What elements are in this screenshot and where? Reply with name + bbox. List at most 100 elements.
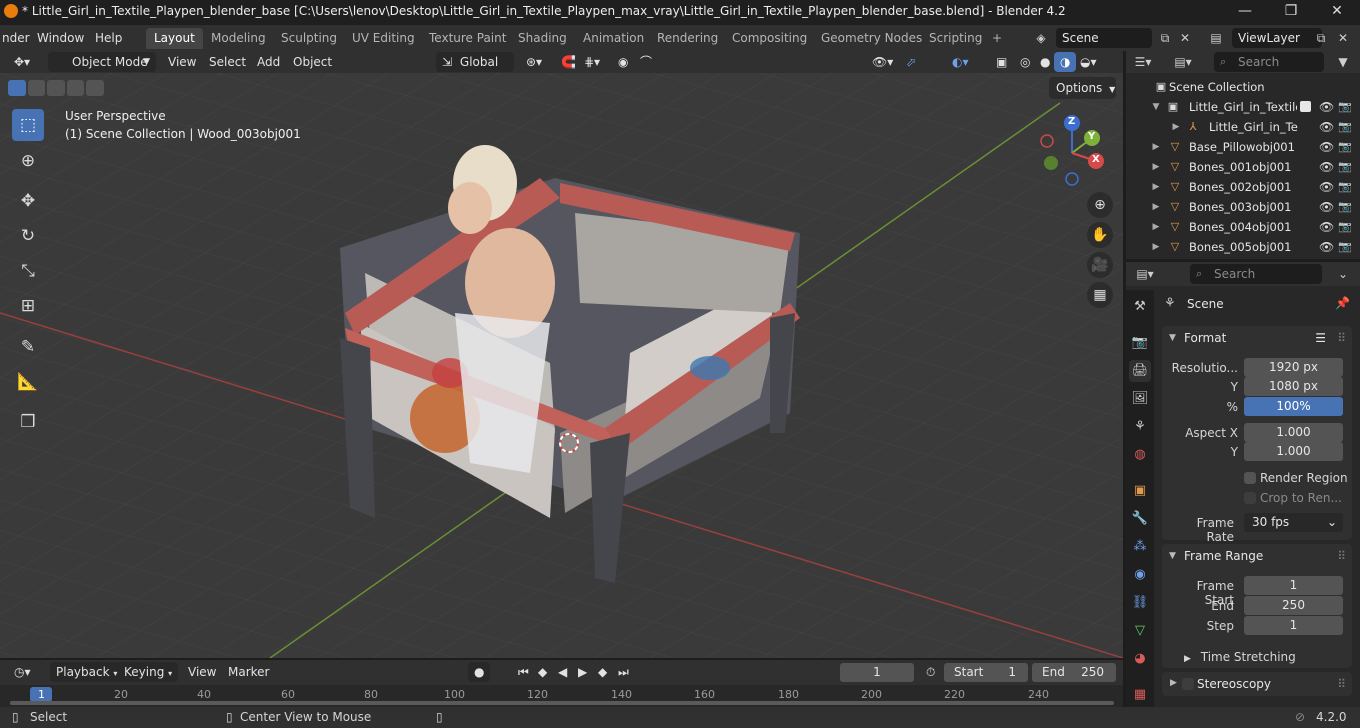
camera-icon[interactable]: 📷 bbox=[1338, 177, 1352, 197]
current-frame-field[interactable]: 1 bbox=[840, 663, 914, 682]
outliner-row-object[interactable]: ▶ ▽ Bones_005obj001 👁 📷 bbox=[1126, 237, 1360, 257]
snap-target-icon[interactable]: ⋕▾ bbox=[578, 52, 606, 72]
eye-icon[interactable]: 👁 bbox=[1319, 197, 1334, 217]
outliner-row-object[interactable]: ▶ ▽ Bones_001obj001 👁 📷 bbox=[1126, 157, 1360, 177]
overlays-icon[interactable]: ◐▾ bbox=[946, 52, 975, 72]
stereoscopy-checkbox[interactable] bbox=[1182, 678, 1194, 690]
filter-icon[interactable]: ▼ bbox=[1332, 52, 1354, 72]
data-tab-icon[interactable]: ▽ bbox=[1129, 620, 1151, 642]
chevron-right-icon[interactable]: ▶ bbox=[1150, 177, 1162, 197]
menu-window[interactable]: Window bbox=[37, 28, 84, 48]
drag-handle-icon[interactable]: ⠿ bbox=[1337, 677, 1346, 691]
new-viewlayer-icon[interactable]: ⧉ bbox=[1310, 28, 1332, 48]
format-panel-header[interactable]: ▼ Format ☰ ⠿ bbox=[1162, 326, 1352, 350]
navigation-gizmo[interactable]: Z Y X bbox=[1030, 111, 1110, 191]
outliner-editor-icon[interactable]: ☰▾ bbox=[1132, 52, 1154, 72]
menu-view[interactable]: View bbox=[162, 52, 202, 72]
chevron-down-icon[interactable]: ▼ bbox=[1150, 97, 1162, 117]
camera-icon[interactable]: 📷 bbox=[1338, 237, 1352, 257]
frame-rate-dropdown[interactable]: 30 fps ⌄ bbox=[1244, 513, 1343, 532]
outliner-row-scene-collection[interactable]: ▣ Scene Collection bbox=[1126, 77, 1360, 97]
pivot-point-icon[interactable]: ⊛▾ bbox=[520, 52, 548, 72]
cursor-tool[interactable]: ⊕ bbox=[12, 145, 44, 177]
menu-object[interactable]: Object bbox=[287, 52, 338, 72]
menu-add[interactable]: Add bbox=[251, 52, 286, 72]
viewlayer-browse-icon[interactable]: ▤ bbox=[1205, 28, 1227, 48]
properties-search-input[interactable]: ⌕ Search bbox=[1190, 264, 1322, 284]
xray-icon[interactable]: ▣ bbox=[990, 52, 1013, 72]
select-intersect-icon[interactable] bbox=[86, 80, 104, 96]
eye-icon[interactable]: 👁 bbox=[1319, 177, 1334, 197]
frame-range-panel-header[interactable]: ▼ Frame Range ⠿ bbox=[1162, 544, 1352, 568]
pan-hand-icon[interactable]: ✋ bbox=[1087, 222, 1113, 248]
add-cube-tool[interactable]: ❒ bbox=[12, 406, 44, 438]
texture-tab-icon[interactable]: ▦ bbox=[1129, 684, 1151, 706]
play-icon[interactable]: ▶ bbox=[572, 662, 593, 682]
viewlayer-field[interactable]: ViewLayer bbox=[1232, 28, 1322, 48]
tab-sculpting[interactable]: Sculpting bbox=[273, 28, 345, 49]
tab-compositing[interactable]: Compositing bbox=[724, 28, 815, 49]
chevron-right-icon[interactable]: ▶ bbox=[1150, 217, 1162, 237]
camera-icon[interactable]: 📷 bbox=[1338, 157, 1352, 177]
move-tool[interactable]: ✥ bbox=[12, 185, 44, 217]
time-stretching-subpanel[interactable]: ▶ Time Stretching bbox=[1184, 650, 1296, 664]
frame-start-field[interactable]: 1 bbox=[1244, 576, 1343, 595]
display-mode-icon[interactable]: ▤▾ bbox=[1172, 52, 1194, 72]
scale-tool[interactable]: ⤡ bbox=[12, 255, 44, 287]
outliner-row-main-collection[interactable]: ▼ ▣ Little_Girl_in_Textile_Playpen 👁 📷 bbox=[1126, 97, 1360, 117]
timeline-editor-icon[interactable]: ◷▾ bbox=[8, 662, 37, 682]
view-layer-tab-icon[interactable]: 🖼 bbox=[1129, 388, 1151, 410]
tab-layout[interactable]: Layout bbox=[146, 28, 203, 49]
visibility-icon[interactable]: 👁▾ bbox=[866, 52, 899, 72]
select-subtract-icon[interactable] bbox=[47, 80, 65, 96]
drag-handle-icon[interactable]: ⠿ bbox=[1337, 326, 1346, 350]
resolution-y-field[interactable]: 1080 px bbox=[1244, 377, 1343, 396]
tab-texture-paint[interactable]: Texture Paint bbox=[421, 28, 514, 49]
transform-tool[interactable]: ⊞ bbox=[12, 290, 44, 322]
tab-shading[interactable]: Shading bbox=[510, 28, 575, 49]
chevron-right-icon[interactable]: ▶ bbox=[1150, 197, 1162, 217]
eye-icon[interactable]: 👁 bbox=[1319, 237, 1334, 257]
select-invert-icon[interactable] bbox=[66, 80, 85, 96]
tool-tab-icon[interactable]: ⚒ bbox=[1129, 296, 1151, 318]
material-tab-icon[interactable]: ◕ bbox=[1129, 648, 1151, 670]
rendered-shading-icon[interactable]: ◒▾ bbox=[1074, 52, 1103, 72]
output-tab-icon[interactable]: 🖨 bbox=[1129, 360, 1151, 382]
playback-dropdown[interactable]: Playback ▾ bbox=[50, 662, 124, 682]
start-frame-field[interactable]: Start 1 bbox=[944, 663, 1028, 682]
rotate-tool[interactable]: ↻ bbox=[12, 220, 44, 252]
tab-animation[interactable]: Animation bbox=[575, 28, 652, 49]
outliner-row-object[interactable]: ▶ ▽ Base_Pillowobj001 👁 📷 bbox=[1126, 137, 1360, 157]
measure-tool[interactable]: 📐 bbox=[12, 366, 44, 398]
timeline-marker-menu[interactable]: Marker bbox=[222, 662, 275, 682]
object-tab-icon[interactable]: ▣ bbox=[1129, 480, 1151, 502]
delete-scene-icon[interactable]: ✕ bbox=[1174, 28, 1196, 48]
end-frame-field[interactable]: End 250 bbox=[1032, 663, 1116, 682]
select-box-tool[interactable]: ⬚ bbox=[12, 109, 44, 141]
timeline-scrubber[interactable]: 1 20 40 60 80 100 120 140 160 180 200 22… bbox=[0, 685, 1123, 707]
eye-icon[interactable]: 👁 bbox=[1319, 157, 1334, 177]
select-extend-icon[interactable] bbox=[27, 80, 46, 96]
tab-uv-editing[interactable]: UV Editing bbox=[344, 28, 423, 49]
keying-dropdown[interactable]: Keying ▾ bbox=[118, 662, 179, 682]
camera-icon[interactable]: 📷 bbox=[1338, 117, 1352, 137]
tab-scripting[interactable]: Scripting bbox=[921, 28, 990, 49]
tab-geometry-nodes[interactable]: Geometry Nodes bbox=[813, 28, 930, 49]
transform-orientation-dropdown[interactable]: ⇲ Global bbox=[436, 52, 514, 72]
camera-icon[interactable]: 📷 bbox=[1338, 137, 1352, 157]
tab-modeling[interactable]: Modeling bbox=[203, 28, 274, 49]
render-tab-icon[interactable]: 📷 bbox=[1129, 332, 1151, 354]
camera-icon[interactable]: 📷 bbox=[1338, 97, 1352, 117]
chevron-right-icon[interactable]: ▶ bbox=[1170, 117, 1182, 137]
close-button[interactable]: ✕ bbox=[1314, 0, 1360, 24]
render-region-checkbox[interactable] bbox=[1244, 472, 1256, 484]
aspect-x-field[interactable]: 1.000 bbox=[1244, 423, 1343, 442]
add-workspace-button[interactable]: + bbox=[984, 28, 1010, 49]
modifier-tab-icon[interactable]: 🔧 bbox=[1129, 508, 1151, 530]
options-dropdown[interactable]: Options ▼ bbox=[1049, 77, 1116, 99]
eye-icon[interactable]: 👁 bbox=[1319, 97, 1334, 117]
scene-field[interactable]: Scene bbox=[1056, 28, 1152, 48]
eye-icon[interactable]: 👁 bbox=[1319, 217, 1334, 237]
chevron-right-icon[interactable]: ▶ bbox=[1150, 137, 1162, 157]
camera-icon[interactable]: 📷 bbox=[1338, 217, 1352, 237]
